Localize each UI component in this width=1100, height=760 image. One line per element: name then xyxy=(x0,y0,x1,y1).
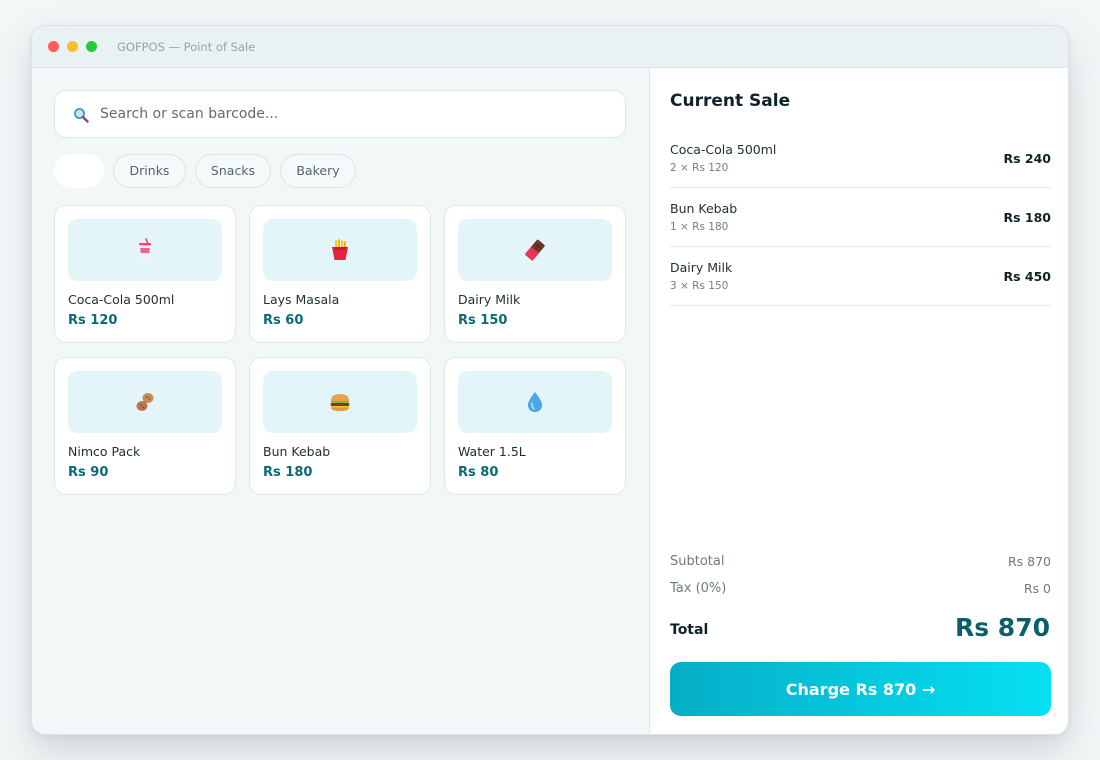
product-image xyxy=(68,371,222,433)
line-item-quantity: 2 × Rs 120 xyxy=(670,162,729,174)
product-card[interactable]: Water 1.5L Rs 80 xyxy=(444,357,626,495)
product-price: Rs 90 xyxy=(68,465,109,480)
product-card[interactable]: Coca-Cola 500ml Rs 120 xyxy=(54,205,236,343)
burger-icon xyxy=(330,394,350,411)
product-image xyxy=(263,219,417,281)
search-bar[interactable] xyxy=(54,90,626,138)
product-price: Rs 180 xyxy=(263,465,313,480)
line-item-name: Bun Kebab xyxy=(670,201,738,216)
category-tab-all[interactable] xyxy=(54,154,104,188)
peanuts-icon xyxy=(136,393,154,411)
maximize-window-button[interactable] xyxy=(86,41,97,52)
sale-line-item[interactable]: Dairy Milk 3 × Rs 150 Rs 450 xyxy=(670,247,1051,306)
product-price: Rs 60 xyxy=(263,313,304,328)
product-card[interactable]: Lays Masala Rs 60 xyxy=(249,205,431,343)
product-image xyxy=(68,219,222,281)
product-image xyxy=(458,371,612,433)
product-price: Rs 120 xyxy=(68,313,118,328)
product-name: Nimco Pack xyxy=(68,444,141,459)
sale-panel: Current Sale Coca-Cola 500ml 2 × Rs 120 … xyxy=(649,68,1068,734)
chocolate-bar-icon xyxy=(525,239,545,261)
subtotal-value: Rs 870 xyxy=(1007,554,1051,569)
product-name: Lays Masala xyxy=(263,292,340,307)
soda-cup-icon xyxy=(139,238,151,260)
sale-line-item[interactable]: Bun Kebab 1 × Rs 180 Rs 180 xyxy=(670,188,1051,247)
sale-line-item[interactable]: Coca-Cola 500ml 2 × Rs 120 Rs 240 xyxy=(670,129,1051,188)
tax-value: Rs 0 xyxy=(1023,581,1051,596)
water-drop-icon xyxy=(527,392,543,412)
tax-label: Tax (0%) xyxy=(670,581,727,596)
sale-title: Current Sale xyxy=(670,91,791,111)
product-name: Water 1.5L xyxy=(458,444,526,459)
title-bar: GOFPOS — Point of Sale xyxy=(32,26,1068,68)
product-price: Rs 150 xyxy=(458,313,508,328)
category-tab-bakery[interactable]: Bakery xyxy=(280,154,356,188)
product-name: Bun Kebab xyxy=(263,444,331,459)
window-title: GOFPOS — Point of Sale xyxy=(117,40,256,54)
line-item-total: Rs 450 xyxy=(1003,269,1051,284)
line-item-name: Coca-Cola 500ml xyxy=(670,142,777,157)
line-item-name: Dairy Milk xyxy=(670,260,733,275)
product-card[interactable]: Bun Kebab Rs 180 xyxy=(249,357,431,495)
subtotal-label: Subtotal xyxy=(670,554,725,569)
tax-row: Tax (0%) Rs 0 xyxy=(670,581,1051,601)
product-name: Coca-Cola 500ml xyxy=(68,292,175,307)
product-image xyxy=(458,219,612,281)
product-image xyxy=(263,371,417,433)
minimize-window-button[interactable] xyxy=(67,41,78,52)
category-tab-snacks[interactable]: Snacks xyxy=(195,154,271,188)
product-card[interactable]: Dairy Milk Rs 150 xyxy=(444,205,626,343)
search-input[interactable] xyxy=(100,91,600,137)
total-label: Total xyxy=(670,622,709,638)
search-icon xyxy=(73,107,89,123)
line-item-total: Rs 240 xyxy=(1003,151,1051,166)
line-item-quantity: 1 × Rs 180 xyxy=(670,221,729,233)
product-name: Dairy Milk xyxy=(458,292,521,307)
line-item-total: Rs 180 xyxy=(1003,210,1051,225)
close-window-button[interactable] xyxy=(48,41,59,52)
subtotal-row: Subtotal Rs 870 xyxy=(670,554,1051,574)
product-panel: Drinks Snacks Bakery Coca-Cola 500ml Rs … xyxy=(32,68,649,734)
fries-icon xyxy=(332,239,348,260)
product-price: Rs 80 xyxy=(458,465,499,480)
category-tab-drinks[interactable]: Drinks xyxy=(113,154,186,188)
product-card[interactable]: Nimco Pack Rs 90 xyxy=(54,357,236,495)
total-value: Rs 870 xyxy=(954,613,1050,642)
line-item-quantity: 3 × Rs 150 xyxy=(670,280,729,292)
app-window: GOFPOS — Point of Sale Drinks Snacks Bak… xyxy=(31,25,1069,735)
charge-button[interactable]: Charge Rs 870 → xyxy=(670,662,1051,716)
